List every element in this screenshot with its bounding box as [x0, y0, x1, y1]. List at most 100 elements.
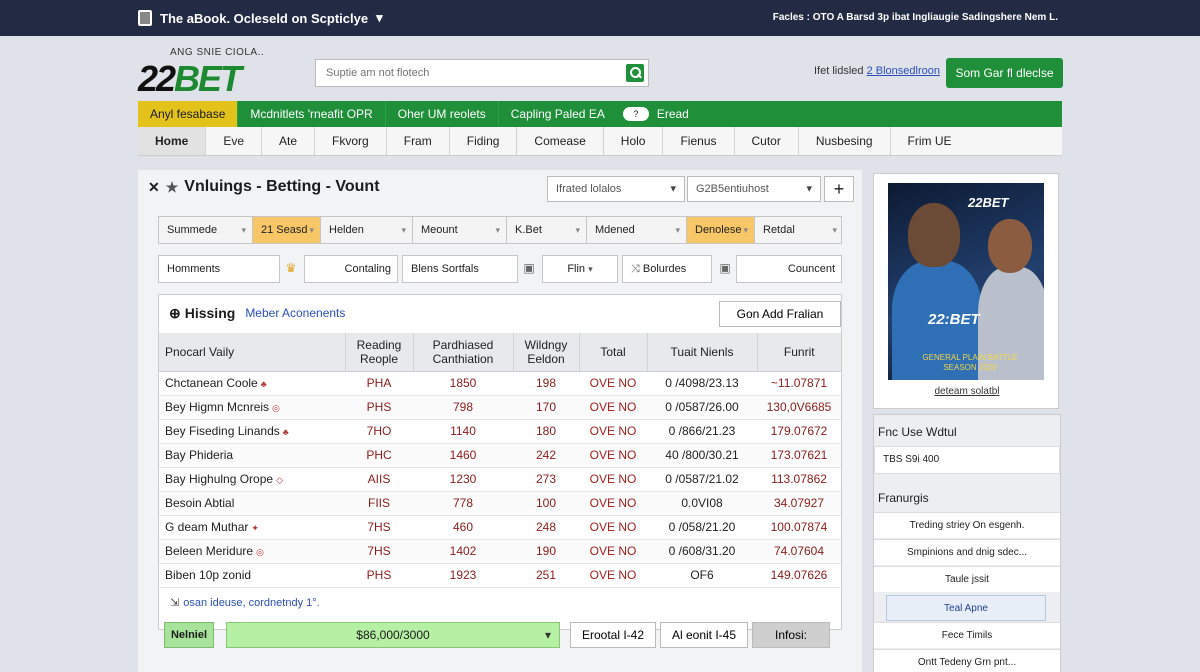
table-title: ⊕ Hissing — [169, 305, 235, 322]
chip-0[interactable]: Homments — [158, 255, 280, 283]
col-header-2[interactable]: Pardhiased Canthiation — [413, 333, 514, 372]
shuffle-icon: ⤨ — [631, 263, 640, 275]
chip-4[interactable]: ⤨ Bolurdes — [622, 255, 712, 283]
chip-1[interactable]: Contaling — [304, 255, 398, 283]
tab-8[interactable]: Fienus — [663, 127, 735, 155]
filter-7[interactable]: Retdal ▾ — [755, 217, 843, 243]
calendar-icon: ▣ — [523, 261, 535, 275]
tab-3[interactable]: Fkvorg — [315, 127, 387, 155]
header-link[interactable]: 2 Blonsedlroon — [867, 65, 940, 77]
promo-item-1[interactable]: Mcdnitlets 'rneafit OPR — [238, 101, 386, 127]
cell-value: 180 — [535, 424, 557, 438]
sidebar-box[interactable]: TBS S9i 400 — [874, 446, 1060, 474]
table-cell: 34.07927 — [757, 491, 841, 516]
chip-2[interactable]: Blens Sortfals — [402, 255, 518, 283]
table-header-row: ⊕ Hissing Meber Aconenents Gon Add Fralia… — [159, 295, 841, 331]
promo-toggle[interactable]: ? — [622, 107, 649, 121]
chip-5[interactable]: Councent — [736, 255, 842, 283]
promo-item-2[interactable]: Oher UM reolets — [386, 101, 499, 127]
tab-5[interactable]: Fiding — [450, 127, 518, 155]
tab-2[interactable]: Ate — [262, 127, 316, 155]
col-header-3[interactable]: Wildngy Eeldon — [513, 333, 580, 372]
search-box — [315, 59, 649, 87]
page-title-row: ✕ ★ Vnluings - Betting - Vount — [148, 178, 380, 196]
tab-9[interactable]: Cutor — [735, 127, 799, 155]
sidebar-ad[interactable]: 22BET 22:BET GENERAL PLAIN BATTLE SEASON… — [873, 173, 1059, 409]
cta-button[interactable]: Som Gar fl dleclse — [946, 58, 1063, 88]
tab-7[interactable]: Holo — [604, 127, 664, 155]
bottom-button-3[interactable]: Infosi: — [752, 622, 830, 648]
sidebar-list-item-4[interactable]: Fece Timils — [874, 622, 1060, 648]
add-fralian-button[interactable]: Gon Add Fralian — [719, 301, 841, 327]
cell-value: OVE NO — [589, 400, 637, 414]
table-subtitle[interactable]: Meber Aconenents — [245, 306, 345, 320]
star-icon[interactable]: ★ — [166, 179, 179, 196]
chip-3[interactable]: Flin ▾ — [542, 255, 618, 283]
col-header-5[interactable]: Tuait Nienls — [647, 333, 758, 372]
filter-5[interactable]: Mdened ▾ — [587, 217, 687, 243]
table-cell: 7HO — [345, 419, 413, 444]
sidebar-list-item-2[interactable]: Taule jssit — [874, 566, 1060, 592]
col-header-4[interactable]: Total — [579, 333, 648, 372]
amount-select[interactable]: $86,000/3000 — [226, 622, 560, 648]
table-cell: OVE NO — [579, 467, 647, 492]
tab-6[interactable]: Comease — [517, 127, 604, 155]
add-button[interactable]: + — [824, 176, 854, 202]
filter-1[interactable]: 21 Seasd ▾ — [253, 217, 321, 243]
filter-6[interactable]: Denolese ▾ — [687, 217, 755, 243]
table-cell: Chctanean Coole ♣ — [159, 371, 345, 396]
table-cell: Besoin Abtial — [159, 491, 345, 516]
table-cell: OVE NO — [579, 491, 647, 516]
cell-value: OVE NO — [589, 496, 637, 510]
filter-2[interactable]: Helden ▾ — [321, 217, 413, 243]
table-row[interactable]: Chctanean Coole ♣ PHA 1850 198 OVE NO 0 /4098/… — [159, 371, 841, 396]
sidebar-list-item-1[interactable]: Smpinions and dnig sdec... — [874, 539, 1060, 565]
tab-4[interactable]: Fram — [387, 127, 450, 155]
filter-4[interactable]: K.Bet ▾ — [507, 217, 587, 243]
table-row[interactable]: Besoin Abtial FIIS 778 100 OVE NO 0.0VI08 34.0… — [159, 491, 841, 516]
search-icon[interactable] — [626, 64, 644, 82]
table-row[interactable]: Biben 10p zonid PHS 1923 251 OVE NO OF6 149.07… — [159, 563, 841, 588]
filter-label: Helden — [329, 224, 364, 236]
table-row[interactable]: Bey Higmn Mcnreis ◎ PHS 798 170 OVE NO 0 /0587… — [159, 395, 841, 420]
close-icon[interactable]: ✕ — [148, 179, 160, 196]
search-input[interactable] — [316, 60, 616, 86]
filter-3[interactable]: Meount ▾ — [413, 217, 507, 243]
ad-link[interactable]: deteam solatbl — [874, 386, 1060, 397]
bottom-button-2[interactable]: Al eonit I-45 — [660, 622, 748, 648]
brand-logo[interactable]: 22BET — [138, 58, 242, 100]
table-cell: 100.07874 — [757, 515, 841, 540]
globe-icon: ⊕ — [169, 304, 181, 321]
table-row[interactable]: G deam Muthar ✦ 7HS 460 248 OVE NO 0 /058/21.2… — [159, 515, 841, 540]
col-header-6[interactable]: Funrit — [757, 333, 841, 372]
table-footnote-text[interactable]: osan ideuse, cordnetndy 1°. — [183, 597, 320, 609]
bottom-button-1[interactable]: Erootal I-42 — [570, 622, 656, 648]
cell-value: 173.07621 — [770, 448, 828, 462]
tab-11[interactable]: Frim UE — [891, 127, 969, 155]
promo-item-3[interactable]: Capling Paled EA — [499, 101, 617, 127]
sidebar-list-item-5[interactable]: Ontt Tedeny Grn pnt... — [874, 649, 1060, 672]
cell-value: ~11.07871 — [770, 376, 828, 390]
table-row[interactable]: Bay Highulng Orope ◇ AIIS 1230 273 OVE NO 0 /0… — [159, 467, 841, 492]
cell-value: 113.07862 — [771, 472, 827, 486]
sidebar-list-item-3[interactable]: Teal Apne — [886, 595, 1046, 621]
sidebar-list-item-0[interactable]: Treding striey On esgenh. — [874, 512, 1060, 538]
promo-item-0[interactable]: Anyl fesabase — [138, 101, 239, 127]
tab-1[interactable]: Eve — [206, 127, 263, 155]
tab-10[interactable]: Nusbesing — [799, 127, 891, 155]
filter-select-2[interactable]: G2B5entiuhost — [687, 176, 821, 202]
promo-tail[interactable]: Eread — [657, 107, 689, 121]
filter-select-1[interactable]: Ifrated lolalos — [547, 176, 685, 202]
tab-home[interactable]: Home — [138, 127, 207, 155]
filter-0[interactable]: Summede ▾ — [159, 217, 253, 243]
chevron-down-icon[interactable]: ▾ — [376, 10, 383, 26]
col-header-1[interactable]: Reading Reople — [345, 333, 414, 372]
bottom-label: Nelniel — [164, 622, 214, 648]
ad-poster[interactable]: 22BET 22:BET GENERAL PLAIN BATTLE SEASON… — [888, 183, 1044, 380]
table-row[interactable]: Bey Fiseding Linands ♣ 7HO 1140 180 OVE NO 0 /… — [159, 419, 841, 444]
ad-text: GENERAL PLAIN BATTLE SEASON 2020 — [922, 353, 1018, 372]
table-row[interactable]: Bay Phideria PHC 1460 242 OVE NO 40 /800/30.2… — [159, 443, 841, 468]
col-header-0[interactable]: Pnocarl Vaily — [159, 333, 346, 372]
table-row[interactable]: Beleen Meridure ◎ 7HS 1402 190 OVE NO 0 /608/3… — [159, 539, 841, 564]
cell-value: 198 — [535, 376, 557, 390]
